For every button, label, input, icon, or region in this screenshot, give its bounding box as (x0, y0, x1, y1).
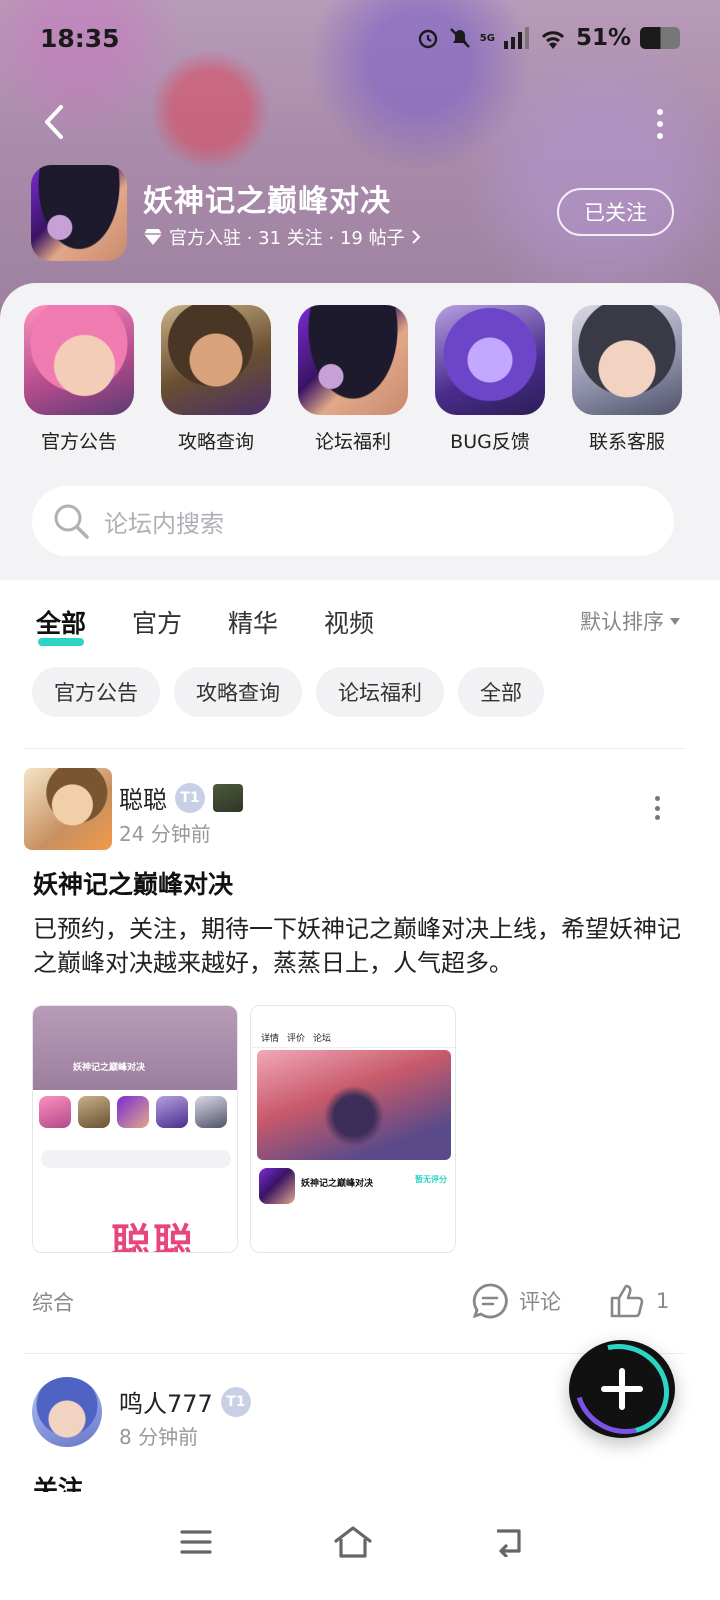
post-image[interactable]: 详情 评价 论坛 妖神记之巅峰对决 暂无评分 (250, 1005, 456, 1253)
create-post-button[interactable] (569, 1340, 675, 1438)
post-author[interactable]: 聪聪 T1 (119, 780, 243, 815)
level-badge-icon: T1 (220, 1386, 251, 1417)
forum-title: 妖神记之巅峰对决 (143, 184, 391, 219)
status-icons: 5G 51% (416, 25, 680, 51)
shortcut-guide[interactable]: 攻略查询 (156, 305, 276, 454)
search-placeholder: 论坛内搜索 (104, 509, 224, 538)
home-button[interactable] (323, 1512, 383, 1572)
chip-all[interactable]: 全部 (458, 667, 544, 717)
shortcut-thumb (572, 305, 682, 415)
wifi-icon (539, 27, 567, 49)
post-more-button[interactable] (652, 796, 662, 820)
image-tag: 暂无评分 (415, 1175, 447, 1184)
menu-button[interactable] (166, 1512, 226, 1572)
avatar[interactable] (24, 768, 112, 850)
post-time: 8 分钟前 (119, 1425, 199, 1449)
level-badge-icon: T1 (175, 782, 205, 813)
diamond-icon (144, 229, 162, 245)
alarm-icon (416, 26, 440, 50)
battery-percent: 51% (575, 25, 631, 51)
post-images: 妖神记之巅峰对决 聪聪 详情 评价 论坛 妖神记之巅峰对决 暂无评分 (32, 1005, 456, 1253)
post-category[interactable]: 综合 (32, 1287, 74, 1317)
status-bar: 18:35 5G 51% (40, 18, 680, 58)
plus-icon (601, 1368, 643, 1410)
post-title[interactable]: 妖神记之巅峰对决 (33, 865, 233, 901)
sort-label: 默认排序 (580, 610, 664, 634)
status-time: 18:35 (40, 23, 120, 53)
network-type: 5G (479, 32, 495, 44)
signal-icon (503, 27, 530, 49)
shortcut-thumb (24, 305, 134, 415)
system-nav-bar (0, 1494, 720, 1600)
battery-icon (640, 27, 680, 49)
shortcut-official-notice[interactable]: 官方公告 (19, 305, 139, 454)
caret-down-icon (670, 617, 680, 625)
content-tabs: 全部 官方 精华 视频 (36, 600, 374, 646)
forum-panel: 官方公告 攻略查询 论坛福利 BUG反馈 联系客服 论坛内搜索 (0, 283, 720, 580)
hat-badge-icon (213, 783, 243, 812)
image-tab: 评价 (287, 1034, 306, 1044)
image-tab: 详情 (261, 1034, 280, 1044)
post-author[interactable]: 鸣人777 T1 (119, 1384, 251, 1419)
shortcut-label: 官方公告 (40, 431, 117, 453)
shortcut-thumb (161, 305, 271, 415)
shortcut-label: 联系客服 (588, 431, 665, 453)
search-input[interactable]: 论坛内搜索 (32, 486, 674, 556)
tab-official[interactable]: 官方 (132, 604, 182, 640)
tab-featured[interactable]: 精华 (228, 604, 278, 640)
chevron-right-icon (411, 230, 421, 244)
comment-label: 评论 (519, 1290, 561, 1314)
like-count: 1 (656, 1289, 670, 1313)
tab-all[interactable]: 全部 (36, 604, 86, 646)
post-title[interactable]: 关注 (33, 1470, 83, 1492)
post-body[interactable]: 已预约，关注，期待一下妖神记之巅峰对决上线，希望妖神记之巅峰对决越来越好，蒸蒸日… (33, 912, 683, 980)
follow-button[interactable]: 已关注 (557, 188, 674, 236)
divider (25, 748, 685, 749)
shortcut-thumb (298, 305, 408, 415)
thumbs-up-icon (610, 1284, 644, 1318)
forum-meta[interactable]: 官方入驻 · 31 关注 · 19 帖子 (143, 224, 421, 250)
home-icon (334, 1526, 372, 1558)
chip-guide[interactable]: 攻略查询 (174, 667, 302, 717)
chip-official-notice[interactable]: 官方公告 (32, 667, 160, 717)
avatar[interactable] (32, 1377, 102, 1447)
shortcut-label: BUG反馈 (450, 431, 530, 453)
image-stamp: 聪聪 (111, 1221, 195, 1253)
shortcut-row: 官方公告 攻略查询 论坛福利 BUG反馈 联系客服 (0, 305, 720, 455)
post-image[interactable]: 妖神记之巅峰对决 聪聪 (32, 1005, 238, 1253)
author-name: 聪聪 (119, 786, 167, 814)
image-tab: 论坛 (313, 1034, 332, 1044)
back-button[interactable] (36, 100, 72, 144)
tab-video[interactable]: 视频 (324, 604, 374, 640)
search-icon (54, 504, 89, 539)
comment-button[interactable]: 评论 (471, 1282, 561, 1320)
menu-icon (180, 1530, 212, 1554)
shortcut-thumb (435, 305, 545, 415)
post-time: 24 分钟前 (119, 822, 211, 846)
sort-dropdown[interactable]: 默认排序 (580, 606, 680, 636)
author-name: 鸣人777 (119, 1390, 213, 1418)
back-nav-button[interactable] (480, 1512, 540, 1572)
filter-chips: 官方公告 攻略查询 论坛福利 全部 (32, 667, 544, 717)
forum-meta-text: 官方入驻 · 31 关注 · 19 帖子 (169, 228, 405, 249)
shortcut-bug-report[interactable]: BUG反馈 (430, 305, 550, 454)
forum-avatar (31, 165, 127, 261)
shortcut-label: 攻略查询 (177, 431, 254, 453)
comment-icon (472, 1283, 508, 1319)
shortcut-support[interactable]: 联系客服 (567, 305, 687, 454)
shortcut-label: 论坛福利 (314, 431, 391, 453)
image-game-name: 妖神记之巅峰对决 (301, 1179, 374, 1189)
chevron-left-icon (45, 105, 63, 139)
like-button[interactable]: 1 (608, 1282, 669, 1320)
image-forum-title: 妖神记之巅峰对决 (73, 1063, 146, 1073)
back-icon (497, 1529, 521, 1557)
mute-icon (449, 26, 471, 50)
more-menu-button[interactable] (648, 104, 672, 144)
shortcut-welfare[interactable]: 论坛福利 (293, 305, 413, 454)
chip-welfare[interactable]: 论坛福利 (316, 667, 444, 717)
